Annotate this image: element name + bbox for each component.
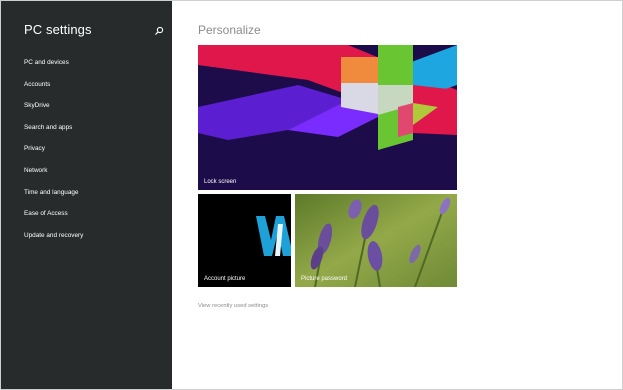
sidebar-item-privacy[interactable]: Privacy — [0, 138, 172, 160]
sidebar-item-network[interactable]: Network — [0, 160, 172, 182]
view-recent-settings-link[interactable]: View recently used settings — [198, 303, 268, 309]
picture-password-image — [295, 194, 457, 287]
lock-screen-image — [198, 45, 457, 190]
page-title: Personalize — [198, 23, 261, 37]
search-icon[interactable] — [154, 26, 164, 36]
account-picture-tile[interactable]: Account picture — [198, 194, 291, 287]
sidebar: PC settings PC and devices Accounts SkyD… — [0, 0, 172, 390]
account-picture-image — [198, 194, 291, 287]
picture-password-label: Picture password — [301, 276, 348, 282]
main-panel: Personalize Lock screen Account picture … — [172, 0, 623, 390]
sidebar-nav: PC and devices Accounts SkyDrive Search … — [0, 52, 172, 246]
picture-password-tile[interactable]: Picture password — [295, 194, 457, 287]
sidebar-item-skydrive[interactable]: SkyDrive — [0, 95, 172, 117]
sidebar-item-ease-of-access[interactable]: Ease of Access — [0, 203, 172, 225]
sidebar-item-update-and-recovery[interactable]: Update and recovery — [0, 225, 172, 247]
sidebar-item-search-and-apps[interactable]: Search and apps — [0, 117, 172, 139]
sidebar-title: PC settings — [24, 22, 92, 37]
account-picture-label: Account picture — [204, 276, 246, 282]
sidebar-item-pc-and-devices[interactable]: PC and devices — [0, 52, 172, 74]
lock-screen-tile[interactable]: Lock screen — [198, 45, 457, 190]
sidebar-item-time-and-language[interactable]: Time and language — [0, 182, 172, 204]
sidebar-item-accounts[interactable]: Accounts — [0, 74, 172, 96]
lock-screen-label: Lock screen — [204, 179, 237, 185]
